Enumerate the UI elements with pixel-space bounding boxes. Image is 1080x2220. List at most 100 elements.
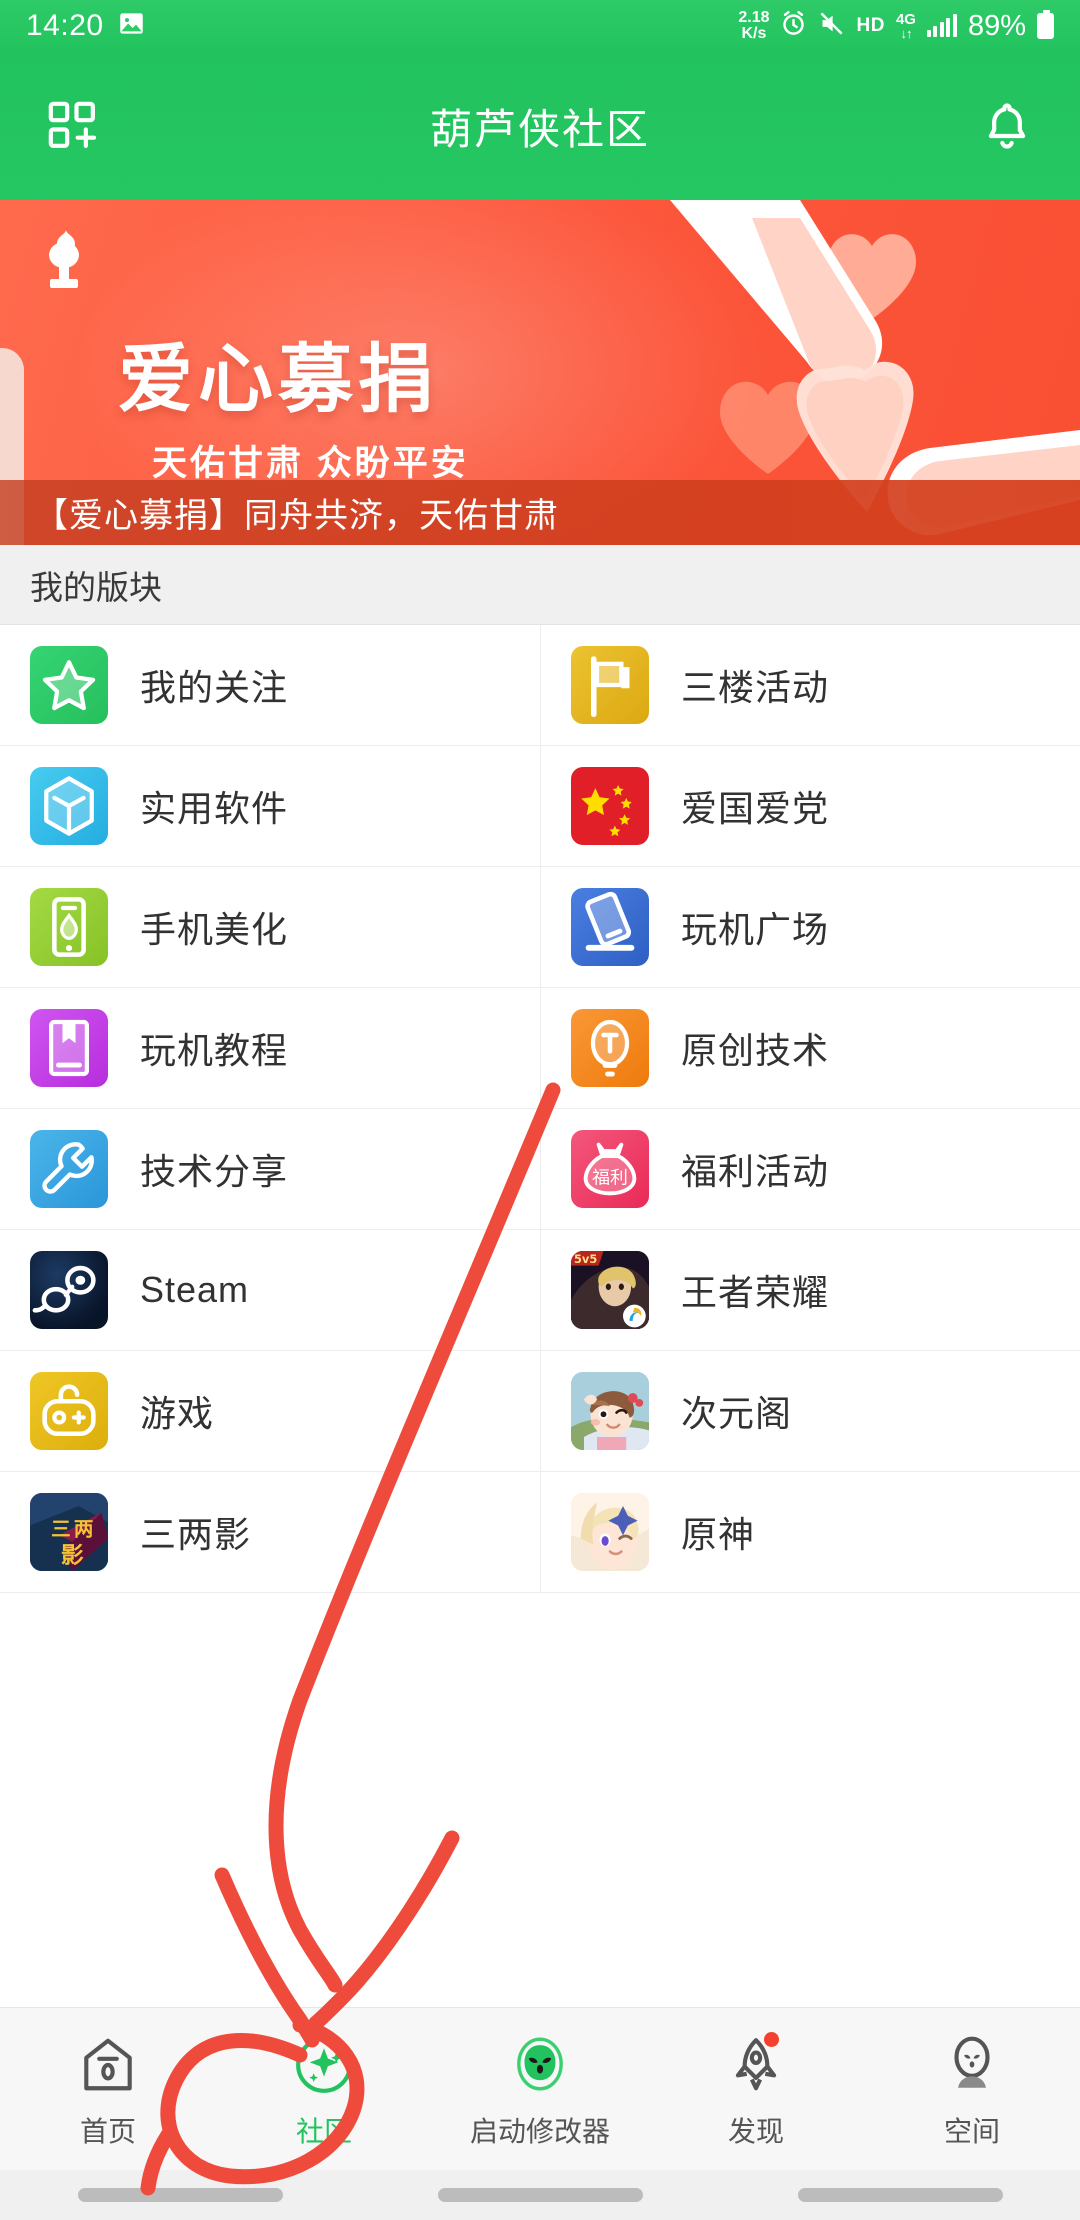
board-item-label: 原创技术 (681, 1030, 830, 1071)
data-arrows: ↓↑ (900, 26, 912, 41)
battery-percent: 89% (967, 9, 1026, 42)
notification-badge (764, 2032, 779, 2047)
board-item-original-tech[interactable]: 原创技术 (540, 988, 1080, 1109)
board-item-anime-pavilion[interactable]: 次元阁 (540, 1351, 1080, 1472)
board-item-useful-software[interactable]: 实用软件 (0, 746, 540, 867)
board-grid: 我的关注 三楼活动 实用软件 爱国爱党 手机美化 玩机广场 玩机教程 原创技术 … (0, 625, 1080, 1593)
board-item-label: 福利活动 (681, 1151, 830, 1192)
money-bag-icon: 福利 (571, 1130, 649, 1208)
tab-label: 首页 (79, 2116, 136, 2147)
nav-back-bar[interactable] (77, 2188, 283, 2202)
board-item-third-floor-activity[interactable]: 三楼活动 (540, 625, 1080, 746)
page-title: 葫芦侠社区 (429, 105, 650, 153)
promo-banner[interactable]: 爱心募捐 天佑甘肃 众盼平安 【爱心募捐】同舟共济，天佑甘肃 (0, 200, 1080, 545)
image-icon (118, 10, 145, 42)
movie-poster-icon: 三 两 影 (30, 1493, 108, 1571)
tab-community[interactable]: 社区 (216, 2028, 432, 2150)
board-item-label: 原神 (681, 1514, 756, 1555)
tab-modifier[interactable]: 启动修改器 (432, 2028, 648, 2150)
nav-recents-bar[interactable] (797, 2188, 1003, 2202)
mute-icon (818, 10, 845, 42)
board-item-play-square[interactable]: 玩机广场 (540, 867, 1080, 988)
board-item-label: Steam (140, 1269, 250, 1310)
tab-label: 空间 (943, 2116, 1000, 2147)
tab-label: 社区 (295, 2116, 352, 2147)
tab-space[interactable]: 空间 (864, 2028, 1080, 2150)
phone-beautify-icon (30, 888, 108, 966)
banner-subtitle: 天佑甘肃 众盼平安 (152, 444, 469, 483)
board-item-patriotic[interactable]: 爱国爱党 (540, 746, 1080, 867)
board-item-label: 游戏 (140, 1393, 215, 1434)
bottom-tab-bar: 首页 社区 启动修改器 发现 空间 (0, 2007, 1080, 2170)
tab-discover[interactable]: 发现 (648, 2028, 864, 2150)
wrench-icon (30, 1130, 108, 1208)
board-item-welfare[interactable]: 福利 福利活动 (540, 1109, 1080, 1230)
board-item-steam[interactable]: Steam (0, 1230, 540, 1351)
svg-text:福利: 福利 (592, 1168, 628, 1189)
svg-text:两: 两 (74, 1517, 94, 1540)
nav-home-bar[interactable] (437, 2188, 643, 2202)
network-type: 4G ↓↑ (896, 12, 916, 40)
status-bar-left: 14:20 (26, 9, 145, 43)
banner-caption[interactable]: 【爱心募捐】同舟共济，天佑甘肃 (0, 480, 1080, 545)
board-item-label: 爱国爱党 (681, 788, 830, 829)
board-item-label: 三楼活动 (681, 667, 830, 708)
battery-icon (1037, 10, 1054, 39)
board-item-play-tutorial[interactable]: 玩机教程 (0, 988, 540, 1109)
board-item-tech-share[interactable]: 技术分享 (0, 1109, 540, 1230)
board-item-games[interactable]: 游戏 (0, 1351, 540, 1472)
board-item-label: 玩机教程 (140, 1030, 289, 1071)
home-icon (77, 2028, 139, 2102)
board-item-label: 实用软件 (140, 788, 289, 829)
board-item-label: 次元阁 (681, 1393, 793, 1434)
honor-of-kings-icon: 5v5 (571, 1251, 649, 1329)
banner-title: 爱心募捐 (118, 335, 439, 423)
board-item-label: 技术分享 (140, 1151, 289, 1192)
tab-home[interactable]: 首页 (0, 2028, 216, 2150)
profile-icon (941, 2028, 1003, 2102)
system-navigation-bar (0, 2170, 1080, 2220)
tablet-icon (571, 888, 649, 966)
bell-icon[interactable] (964, 83, 1050, 169)
grid-add-icon[interactable] (30, 83, 116, 169)
network-type-label: 4G (895, 11, 916, 28)
rocket-icon (725, 2028, 787, 2102)
alarm-icon (780, 10, 807, 42)
flag-icon (571, 646, 649, 724)
board-item-label: 我的关注 (140, 667, 289, 708)
board-item-genshin[interactable]: 原神 (540, 1472, 1080, 1593)
vase-logo-icon (36, 228, 92, 298)
section-title: 我的版块 (0, 545, 1080, 625)
tab-label: 启动修改器 (469, 2116, 610, 2147)
modifier-icon (509, 2028, 571, 2102)
community-icon (293, 2028, 355, 2102)
board-item-label: 手机美化 (140, 909, 289, 950)
hd-label: HD (856, 15, 885, 36)
board-item-label: 王者荣耀 (681, 1272, 830, 1313)
board-item-honor-of-kings[interactable]: 5v5 王者荣耀 (540, 1230, 1080, 1351)
signal-bars-icon (926, 14, 957, 37)
steam-icon (30, 1251, 108, 1329)
svg-text:三: 三 (51, 1517, 71, 1540)
net-speed-unit: K/s (741, 25, 767, 42)
board-item-label: 三两影 (140, 1514, 252, 1555)
net-speed: 2.18 K/s (738, 8, 770, 43)
cube-icon (30, 767, 108, 845)
star-icon (30, 646, 108, 724)
svg-text:5v5: 5v5 (574, 1252, 597, 1266)
board-item-sanliangying[interactable]: 三 两 影 三两影 (0, 1472, 540, 1593)
svg-text:影: 影 (61, 1543, 84, 1569)
china-flag-icon (571, 767, 649, 845)
tab-label: 发现 (727, 2116, 784, 2147)
book-icon (30, 1009, 108, 1087)
board-item-my-follow[interactable]: 我的关注 (0, 625, 540, 746)
lightbulb-icon (571, 1009, 649, 1087)
gamepad-icon (30, 1372, 108, 1450)
board-item-label: 玩机广场 (681, 909, 830, 950)
app-header: 葫芦侠社区 (0, 52, 1080, 200)
board-item-phone-beautify[interactable]: 手机美化 (0, 867, 540, 988)
status-bar-right: 2.18 K/s HD 4G ↓↑ 89% (738, 8, 1054, 43)
net-speed-value: 2.18 (738, 8, 770, 26)
status-time: 14:20 (26, 9, 104, 42)
genshin-icon (571, 1493, 649, 1571)
